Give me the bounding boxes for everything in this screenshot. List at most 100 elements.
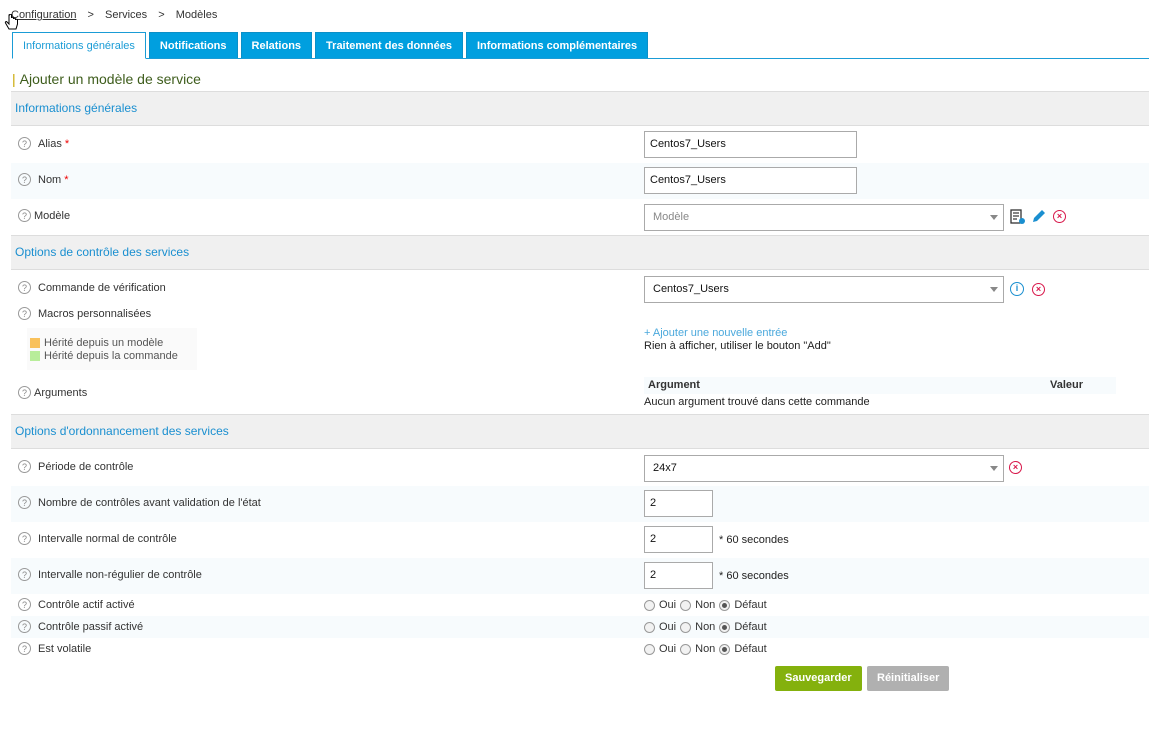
name-label: ? Nom * <box>18 173 69 186</box>
breadcrumb-separator: > <box>158 9 165 21</box>
volatile-label: ? Est volatile <box>18 642 91 655</box>
template-select[interactable]: Modèle <box>644 204 1004 231</box>
macros-empty-text: Rien à afficher, utiliser le bouton "Add… <box>644 340 831 352</box>
max-attempts-label-text: Nombre de contrôles avant validation de … <box>38 496 261 509</box>
active-checks-yes-radio[interactable] <box>644 599 655 611</box>
legend-swatch-green <box>30 351 40 361</box>
volatile-no-radio[interactable] <box>680 643 692 655</box>
max-attempts-label: ? Nombre de contrôles avant validation d… <box>18 496 261 509</box>
passive-checks-radio-group: Oui Non Défaut <box>644 621 771 633</box>
chevron-down-icon <box>990 287 998 292</box>
tab-extended-info[interactable]: Informations complémentaires <box>465 32 649 58</box>
delete-icon[interactable]: × <box>1032 283 1045 296</box>
check-command-label-text: Commande de vérification <box>38 281 166 294</box>
check-period-label: ? Période de contrôle <box>18 460 133 473</box>
volatile-default-radio[interactable] <box>719 643 731 655</box>
volatile-label-text: Est volatile <box>38 642 92 655</box>
help-icon[interactable]: ? <box>18 281 31 294</box>
check-command-label: ? Commande de vérification <box>18 281 166 294</box>
legend-template: Hérité depuis un modèle <box>30 337 197 349</box>
row-volatile: ? Est volatile <box>11 638 1149 660</box>
chevron-down-icon <box>990 466 998 471</box>
breadcrumb-services[interactable]: Services <box>105 9 147 21</box>
normal-interval-unit: * 60 secondes <box>719 534 789 546</box>
tab-general-info[interactable]: Informations générales <box>12 32 146 59</box>
macros-label: ? Macros personnalisées <box>18 307 151 320</box>
check-period-select[interactable]: 24x7 <box>644 455 1004 482</box>
check-period-label-text: Période de contrôle <box>38 460 134 473</box>
save-button[interactable]: Sauvegarder <box>775 666 862 691</box>
tab-notifications[interactable]: Notifications <box>148 32 238 58</box>
help-icon[interactable]: ? <box>18 642 31 655</box>
active-checks-no-radio[interactable] <box>680 599 692 611</box>
legend-command-text: Hérité depuis la commande <box>44 350 178 362</box>
radio-label-yes: Oui <box>659 643 677 655</box>
help-icon[interactable]: ? <box>18 620 31 633</box>
view-template-icon[interactable] <box>1010 209 1026 225</box>
breadcrumb-models: Modèles <box>175 9 218 21</box>
reset-button[interactable]: Réinitialiser <box>867 666 950 691</box>
delete-icon[interactable]: × <box>1053 210 1066 223</box>
max-attempts-input[interactable]: 2 <box>644 490 713 517</box>
radio-label-default: Défaut <box>734 643 767 655</box>
name-input[interactable]: Centos7_Users <box>644 167 857 194</box>
active-checks-label: ? Contrôle actif activé <box>18 598 135 611</box>
help-icon[interactable]: ? <box>18 209 31 222</box>
check-command-value: Centos7_Users <box>653 283 729 295</box>
page-title: | Ajouter un modèle de service <box>12 71 201 87</box>
retry-interval-unit: * 60 secondes <box>719 570 789 582</box>
legend-swatch-orange <box>30 338 40 348</box>
radio-label-default: Défaut <box>734 599 767 611</box>
active-checks-label-text: Contrôle actif activé <box>38 598 135 611</box>
help-icon[interactable]: ? <box>18 137 31 150</box>
template-label: ? Modèle <box>18 209 70 222</box>
tab-data-processing[interactable]: Traitement des données <box>315 32 463 58</box>
radio-label-default: Défaut <box>734 621 767 633</box>
retry-interval-input[interactable]: 2 <box>644 562 713 589</box>
legend-template-text: Hérité depuis un modèle <box>44 337 164 349</box>
required-marker: * <box>64 137 70 150</box>
help-icon[interactable]: ? <box>18 532 31 545</box>
help-icon[interactable]: ? <box>18 386 31 399</box>
macros-label-text: Macros personnalisées <box>38 307 152 320</box>
delete-icon[interactable]: × <box>1009 461 1022 474</box>
add-macro-link[interactable]: + Ajouter une nouvelle entrée <box>644 327 787 339</box>
alias-input[interactable]: Centos7_Users <box>644 131 857 158</box>
row-passive-checks: ? Contrôle passif activé <box>11 616 1149 638</box>
legend-command: Hérité depuis la commande <box>30 350 197 362</box>
help-icon[interactable]: ? <box>18 307 31 320</box>
chevron-down-icon <box>990 215 998 220</box>
normal-interval-label-text: Intervalle normal de contrôle <box>38 532 177 545</box>
help-icon[interactable]: ? <box>18 496 31 509</box>
normal-interval-label: ? Intervalle normal de contrôle <box>18 532 177 545</box>
radio-label-no: Non <box>695 621 716 633</box>
row-max-attempts: ? Nombre de contrôles avant validation d… <box>11 486 1149 522</box>
breadcrumb-configuration[interactable]: Configuration <box>11 9 76 21</box>
alias-label: ? Alias * <box>18 137 69 150</box>
help-icon[interactable]: ? <box>18 460 31 473</box>
help-icon[interactable]: ? <box>18 173 31 186</box>
arguments-label: ? Arguments <box>18 386 87 399</box>
radio-label-no: Non <box>695 599 716 611</box>
volatile-yes-radio[interactable] <box>644 643 655 655</box>
hand-cursor-icon <box>4 14 18 30</box>
tab-relations[interactable]: Relations <box>240 32 313 58</box>
passive-checks-default-radio[interactable] <box>719 621 731 633</box>
section-scheduling-options: Options d'ordonnancement des services <box>11 414 1149 449</box>
tab-bar: Informations générales Notifications Rel… <box>12 32 651 59</box>
help-icon[interactable]: ? <box>18 598 31 611</box>
passive-checks-no-radio[interactable] <box>680 621 692 633</box>
row-alias: ? Alias * <box>11 127 1149 163</box>
required-marker: * <box>64 173 69 186</box>
radio-label-no: Non <box>695 643 716 655</box>
active-checks-default-radio[interactable] <box>719 599 731 611</box>
volatile-radio-group: Oui Non Défaut <box>644 643 771 655</box>
check-period-value: 24x7 <box>653 462 677 474</box>
normal-interval-input[interactable]: 2 <box>644 526 713 553</box>
info-icon[interactable]: i <box>1010 282 1024 296</box>
page-title-text: Ajouter un modèle de service <box>19 71 201 87</box>
check-command-select[interactable]: Centos7_Users <box>644 276 1004 303</box>
passive-checks-yes-radio[interactable] <box>644 621 655 633</box>
help-icon[interactable]: ? <box>18 568 31 581</box>
edit-pencil-icon[interactable] <box>1031 208 1047 224</box>
